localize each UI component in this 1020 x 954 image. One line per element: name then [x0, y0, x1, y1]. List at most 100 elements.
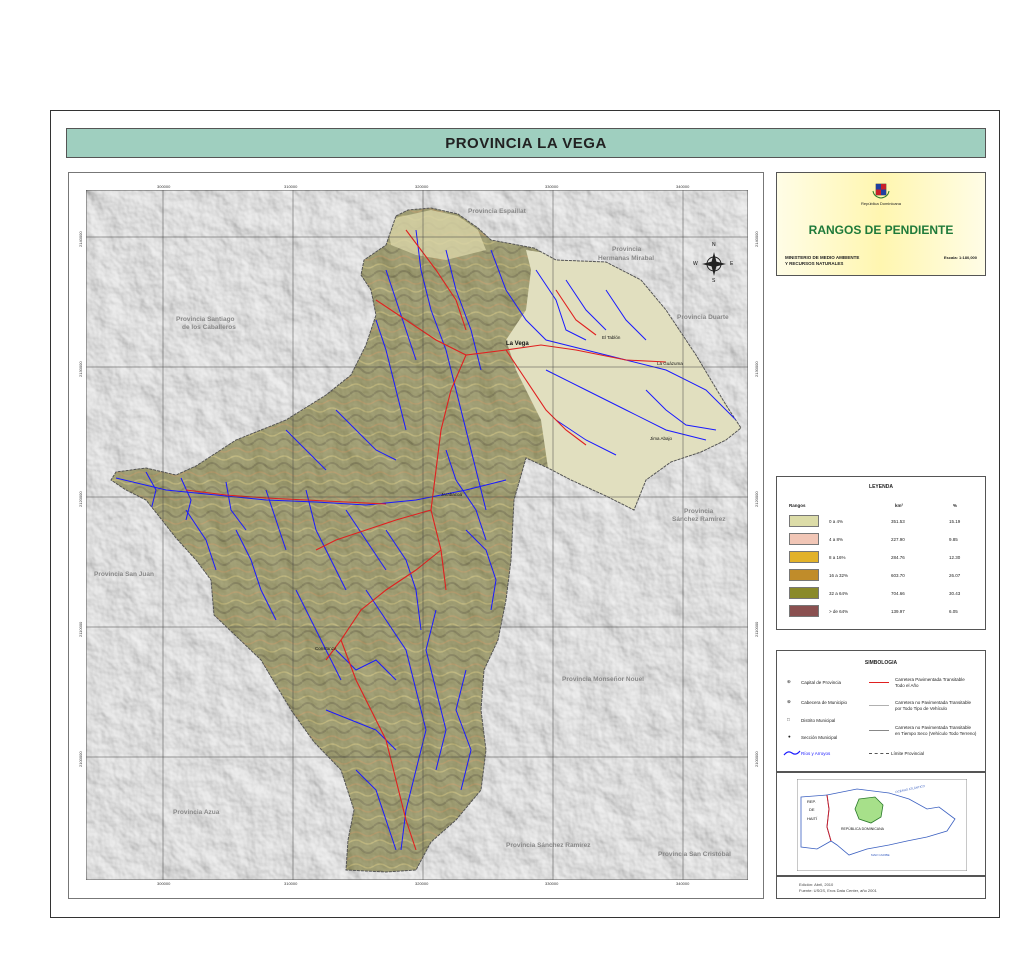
- legend-head-rangos: Rangos: [789, 503, 806, 508]
- label-espaillat: Provincia Espaillat: [468, 208, 526, 215]
- label-sanchez-s: Provincia Sánchez Ramírez: [506, 842, 591, 849]
- locator-sea: MAR CARIBE: [871, 853, 890, 857]
- cabecera-label: Cabecera de Municipio: [801, 700, 848, 705]
- legend-pct: 26.07: [949, 573, 961, 578]
- seccion-label: Sección Municipal: [801, 735, 838, 740]
- y-tick-label: 2110000: [754, 621, 759, 637]
- legend-range: 4 a 8%: [829, 537, 844, 542]
- locator-haiti: HAITÍ: [807, 816, 818, 821]
- x-tick-label: 330000: [545, 184, 559, 189]
- legend-row: 16 a 32% 603.70 26.07: [777, 569, 985, 585]
- label-santiago-2: de los Caballeros: [182, 324, 236, 331]
- legend-head-pct: %: [953, 503, 958, 508]
- river-icon: [783, 750, 801, 756]
- label-santiago-1: Provincia Santiago: [176, 316, 235, 323]
- capital-icon: ⊛: [787, 679, 791, 684]
- legend-range: 32 a 64%: [829, 591, 849, 596]
- legend-range: 16 a 32%: [829, 573, 849, 578]
- legend-range: 0 a 4%: [829, 519, 844, 524]
- coat-of-arms-icon: [872, 183, 890, 199]
- y-tick-label: 2130000: [78, 361, 83, 377]
- relief-map[interactable]: [86, 190, 748, 880]
- symbology-panel: SIMBOLOGIA ⊛ Capital de Provincia ⊗ Cabe…: [776, 650, 986, 772]
- compass-e: E: [730, 261, 734, 267]
- town-jima-abajo: Jima Abajo: [650, 436, 673, 441]
- dry-road-icon: [869, 730, 889, 731]
- road1-line1: Carretera Pavimentada Transitable: [895, 677, 965, 682]
- y-tick-label: 2100000: [754, 751, 759, 767]
- label-azua: Provincia Azua: [173, 809, 220, 816]
- y-tick-label: 2120000: [754, 491, 759, 507]
- map-title: RANGOS DE PENDIENTE: [808, 223, 954, 237]
- label-sanchez-2: Sánchez Ramírez: [672, 516, 726, 523]
- boundary-icon: [869, 753, 889, 754]
- legend-range: > de 64%: [829, 609, 849, 614]
- y-tick-label: 2140000: [78, 231, 83, 247]
- symbology-title: SIMBOLOGIA: [864, 660, 898, 666]
- legend-row: 4 a 8% 227.90 9.85: [777, 533, 985, 549]
- footer-text: Edición: Abril, 2010 Fuente: USGS, Eros …: [799, 882, 877, 894]
- legend-km: 603.70: [891, 573, 905, 578]
- road2-line2: por Todo Tipo de Vehículo: [895, 705, 947, 711]
- y-tick-label: 2130000: [754, 361, 759, 377]
- distrito-icon: □: [787, 717, 790, 722]
- rios-label: Ríos y Arroyos: [801, 751, 831, 756]
- locator-map[interactable]: [797, 779, 967, 871]
- legend-row: 0 a 4% 351.53 15.19: [777, 515, 985, 531]
- town-constanza: Constanza: [315, 646, 337, 651]
- road3-line1: Carretera no Pavimentada Transitable: [895, 725, 972, 730]
- legend-swatch: [789, 533, 819, 545]
- legend-panel: LEYENDA Rangos km² % 0 a 4% 351.53 15.19…: [776, 476, 986, 630]
- legend-pct: 12.30: [949, 555, 961, 560]
- y-tick-label: 2110000: [78, 621, 83, 637]
- legend-head-km: km²: [895, 503, 904, 508]
- legend-pct: 15.19: [949, 519, 961, 524]
- label-hermanas-1: Provincia: [612, 246, 642, 253]
- legend-swatch: [789, 587, 819, 599]
- legend-title: LEYENDA: [869, 484, 893, 490]
- legend-km: 704.66: [891, 591, 905, 596]
- capital-label: Capital de Provincia: [801, 680, 842, 685]
- legend-swatch: [789, 569, 819, 581]
- scale-label: Escala: 1:180,000: [943, 255, 977, 260]
- label-monsenor: Provincia Monseñor Nouel: [562, 676, 644, 683]
- x-tick-label: 340000: [676, 881, 690, 886]
- legend-pct: 9.85: [949, 537, 958, 542]
- footer-panel: Edición: Abril, 2010 Fuente: USGS, Eros …: [776, 876, 986, 899]
- label-sanchez-1: Provincia: [684, 508, 714, 515]
- y-tick-label: 2140000: [754, 231, 759, 247]
- locator-de: DE: [809, 807, 815, 812]
- unpaved-road-icon: [869, 705, 889, 706]
- label-san-cristobal: Provincia San Cristóbal: [658, 851, 731, 858]
- legend-swatch: [789, 605, 819, 617]
- label-hermanas-2: Hermanas Mirabal: [598, 255, 654, 262]
- x-tick-label: 300000: [157, 184, 171, 189]
- y-tick-label: 2100000: [78, 751, 83, 767]
- locator-rep: REP.: [807, 799, 816, 804]
- town-la-vega: La Vega: [506, 341, 529, 347]
- page-title-bar: PROVINCIA LA VEGA: [66, 128, 986, 158]
- road1-line2: Todo el Año: [895, 682, 919, 688]
- distrito-label: Distrito Municipal: [801, 718, 836, 723]
- town-la-guazuma: La Guázuma: [657, 361, 683, 366]
- legend-row: 32 a 64% 704.66 30.43: [777, 587, 985, 603]
- legend-pct: 6.05: [949, 609, 958, 614]
- compass-w: W: [693, 261, 698, 267]
- locator-panel: REP. DE HAITÍ REPÚBLICA DOMINICANA OCÉAN…: [776, 772, 986, 876]
- legend-km: 284.76: [891, 555, 905, 560]
- town-el-tablon: El Tablón: [602, 335, 621, 340]
- y-tick-label: 2120000: [78, 491, 83, 507]
- legend-swatch: [789, 515, 819, 527]
- road3-label: Carretera no Pavimentada Transitable en …: [895, 725, 976, 736]
- x-tick-label: 340000: [676, 184, 690, 189]
- x-tick-label: 320000: [415, 184, 429, 189]
- x-tick-label: 320000: [415, 881, 429, 886]
- legend-km: 227.90: [891, 537, 905, 542]
- road1-label: Carretera Pavimentada Transitable Todo e…: [895, 677, 965, 688]
- locator-rd: REPÚBLICA DOMINICANA: [841, 827, 884, 831]
- footer-source: Fuente: USGS, Eros Data Center, año 2001: [799, 888, 877, 893]
- legend-row: > de 64% 139.97 6.05: [777, 605, 985, 621]
- x-tick-label: 330000: [545, 881, 559, 886]
- legend-row: 8 a 16% 284.76 12.30: [777, 551, 985, 567]
- cabecera-icon: ⊗: [787, 699, 791, 704]
